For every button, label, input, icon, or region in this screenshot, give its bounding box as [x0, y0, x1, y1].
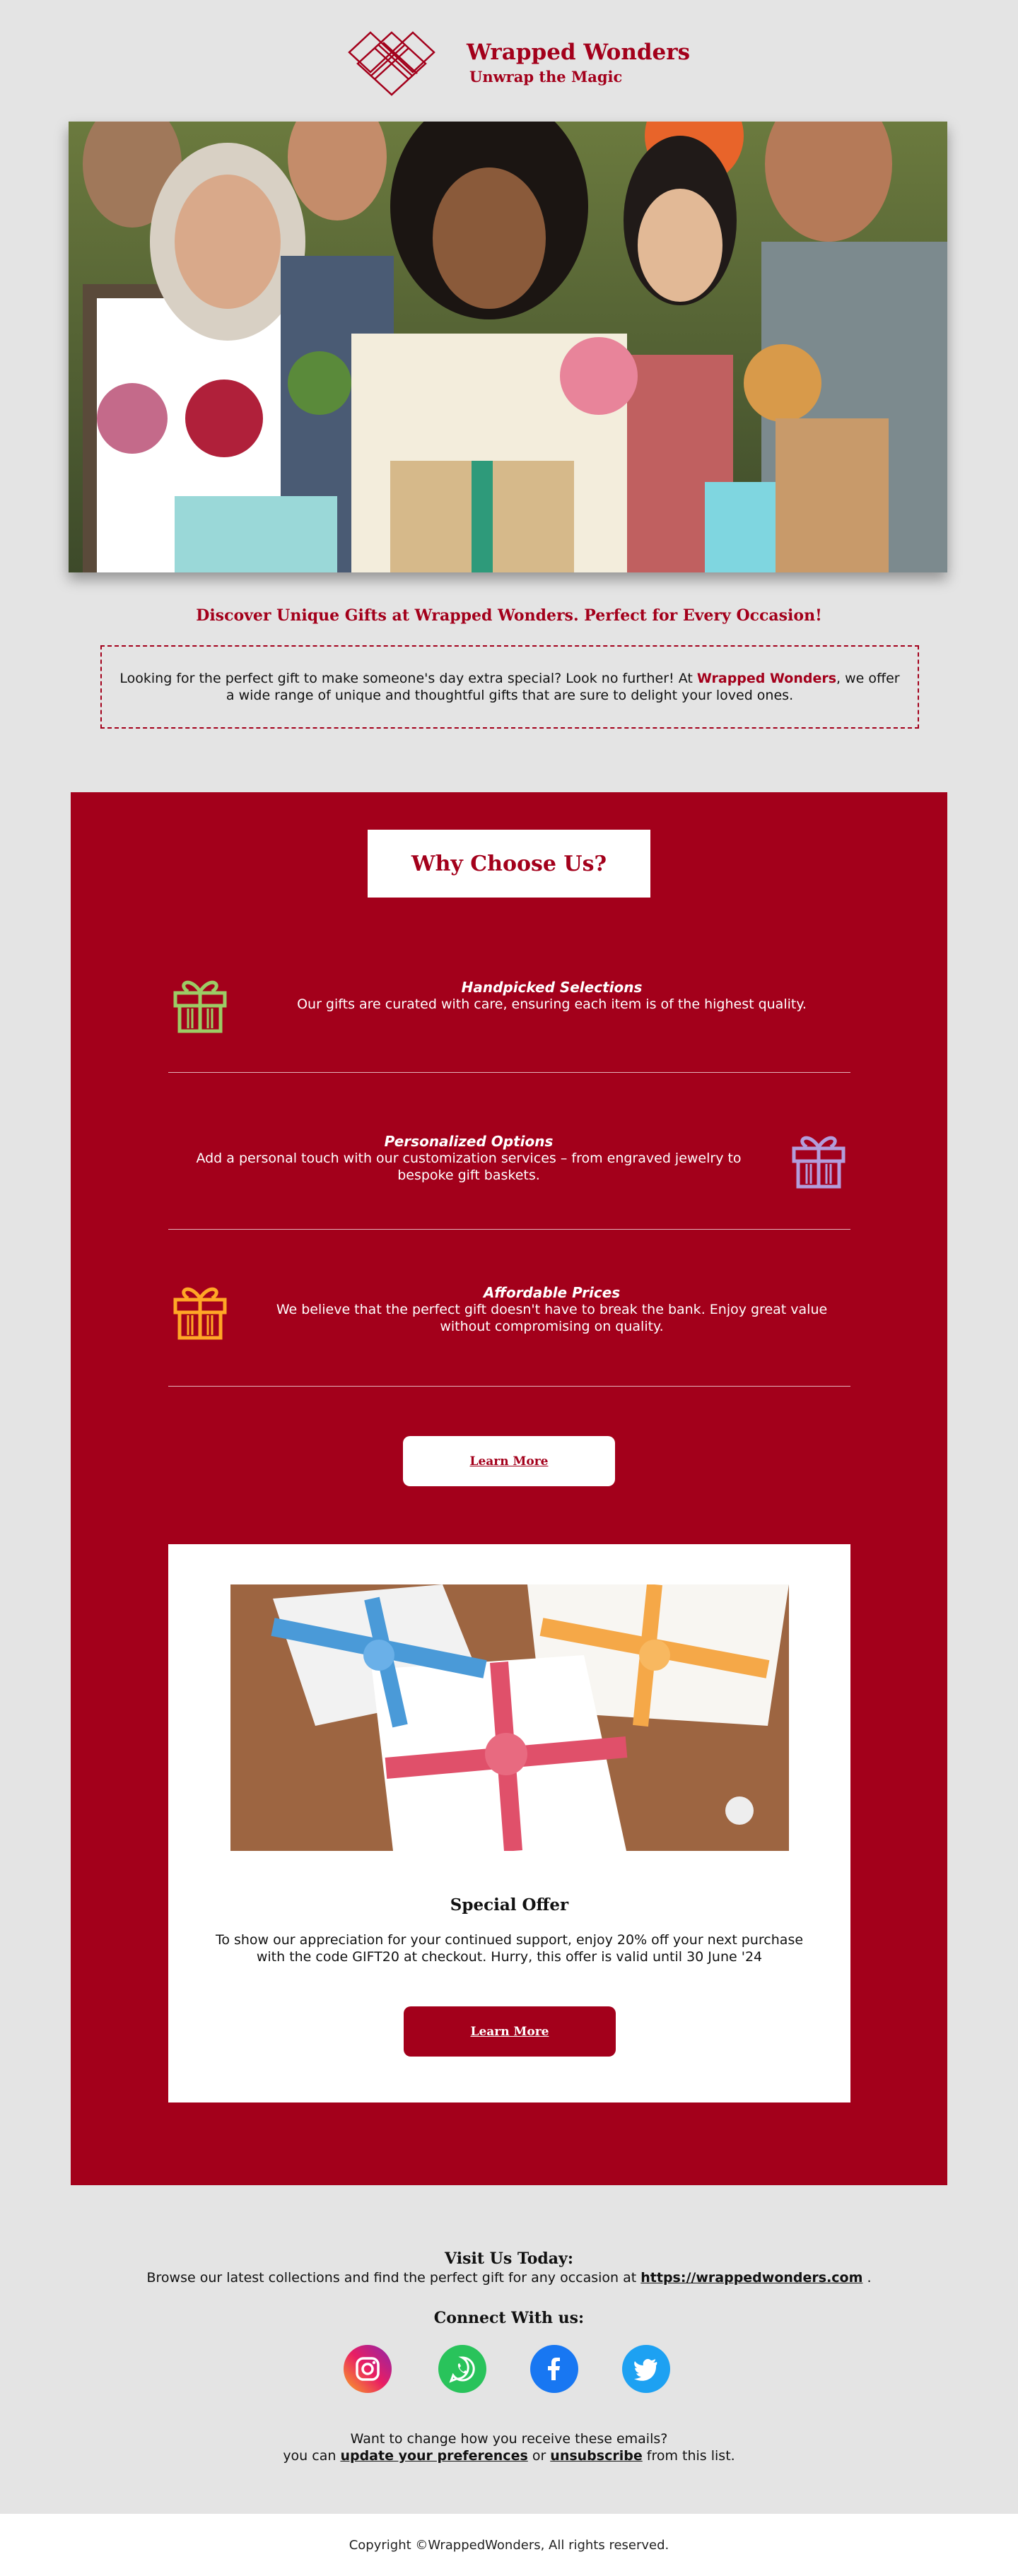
email-preferences: Want to change how you receive these ema… [283, 2431, 735, 2464]
visit-title: Visit Us Today: [445, 2249, 573, 2268]
intro-box: Looking for the perfect gift to make som… [100, 645, 919, 729]
whatsapp-icon[interactable] [438, 2345, 486, 2393]
twitter-icon[interactable] [622, 2345, 670, 2393]
social-links [0, 2345, 1018, 2394]
feature-handpicked: Handpicked Selections Our gifts are cura… [168, 972, 850, 1035]
feature-text: Our gifts are curated with care, ensurin… [297, 996, 807, 1012]
hero-image [69, 122, 947, 572]
divider [168, 1229, 850, 1230]
learn-more-button[interactable]: Learn More [403, 1436, 615, 1486]
why-choose-us-title: Why Choose Us? [368, 830, 650, 898]
feature-title: Affordable Prices [483, 1284, 621, 1301]
brand-name: Wrapped Wonders [467, 40, 691, 65]
update-preferences-link[interactable]: update your preferences [340, 2448, 527, 2464]
feature-title: Personalized Options [384, 1133, 554, 1150]
divider [168, 1072, 850, 1073]
copyright-text: Copyright ©WrappedWonders, All rights re… [349, 2537, 669, 2553]
gift-logo-icon[interactable] [342, 30, 441, 98]
feature-text: Add a personal touch with our customizat… [196, 1151, 742, 1183]
unsubscribe-link[interactable]: unsubscribe [550, 2448, 642, 2464]
gift-icon [787, 1127, 850, 1194]
gift-icon [168, 972, 232, 1038]
instagram-icon[interactable] [344, 2345, 392, 2393]
brand-highlight: Wrapped Wonders [696, 671, 837, 686]
feature-personalized: Personalized Options Add a personal touc… [168, 1119, 850, 1196]
special-offer-card: Special Offer To show our appreciation f… [168, 1544, 850, 2102]
offer-image [230, 1584, 789, 1851]
header: Wrapped Wonders Unwrap the Magic [0, 25, 1018, 103]
brand-tagline: Unwrap the Magic [469, 68, 623, 86]
offer-learn-more-button[interactable]: Learn More [404, 2006, 616, 2057]
why-choose-us-section: Why Choose Us? Handpicked Selections Our… [71, 792, 947, 2185]
feature-text: We believe that the perfect gift doesn't… [276, 1302, 828, 1334]
copyright-bar: Copyright ©WrappedWonders, All rights re… [0, 2514, 1018, 2576]
visit-text: Browse our latest collections and find t… [146, 2270, 872, 2286]
feature-affordable: Affordable Prices We believe that the pe… [168, 1270, 850, 1348]
website-link[interactable]: https://wrappedwonders.com [640, 2270, 862, 2286]
gift-icon [168, 1278, 232, 1345]
discover-heading: Discover Unique Gifts at Wrapped Wonders… [196, 606, 822, 625]
divider [168, 1386, 850, 1387]
intro-text: Looking for the perfect gift to make som… [119, 671, 900, 703]
offer-title: Special Offer [450, 1895, 569, 1915]
offer-text: To show our appreciation for your contin… [215, 1932, 804, 1965]
connect-title: Connect With us: [433, 2309, 585, 2327]
feature-title: Handpicked Selections [461, 979, 643, 996]
facebook-icon[interactable] [530, 2345, 578, 2393]
